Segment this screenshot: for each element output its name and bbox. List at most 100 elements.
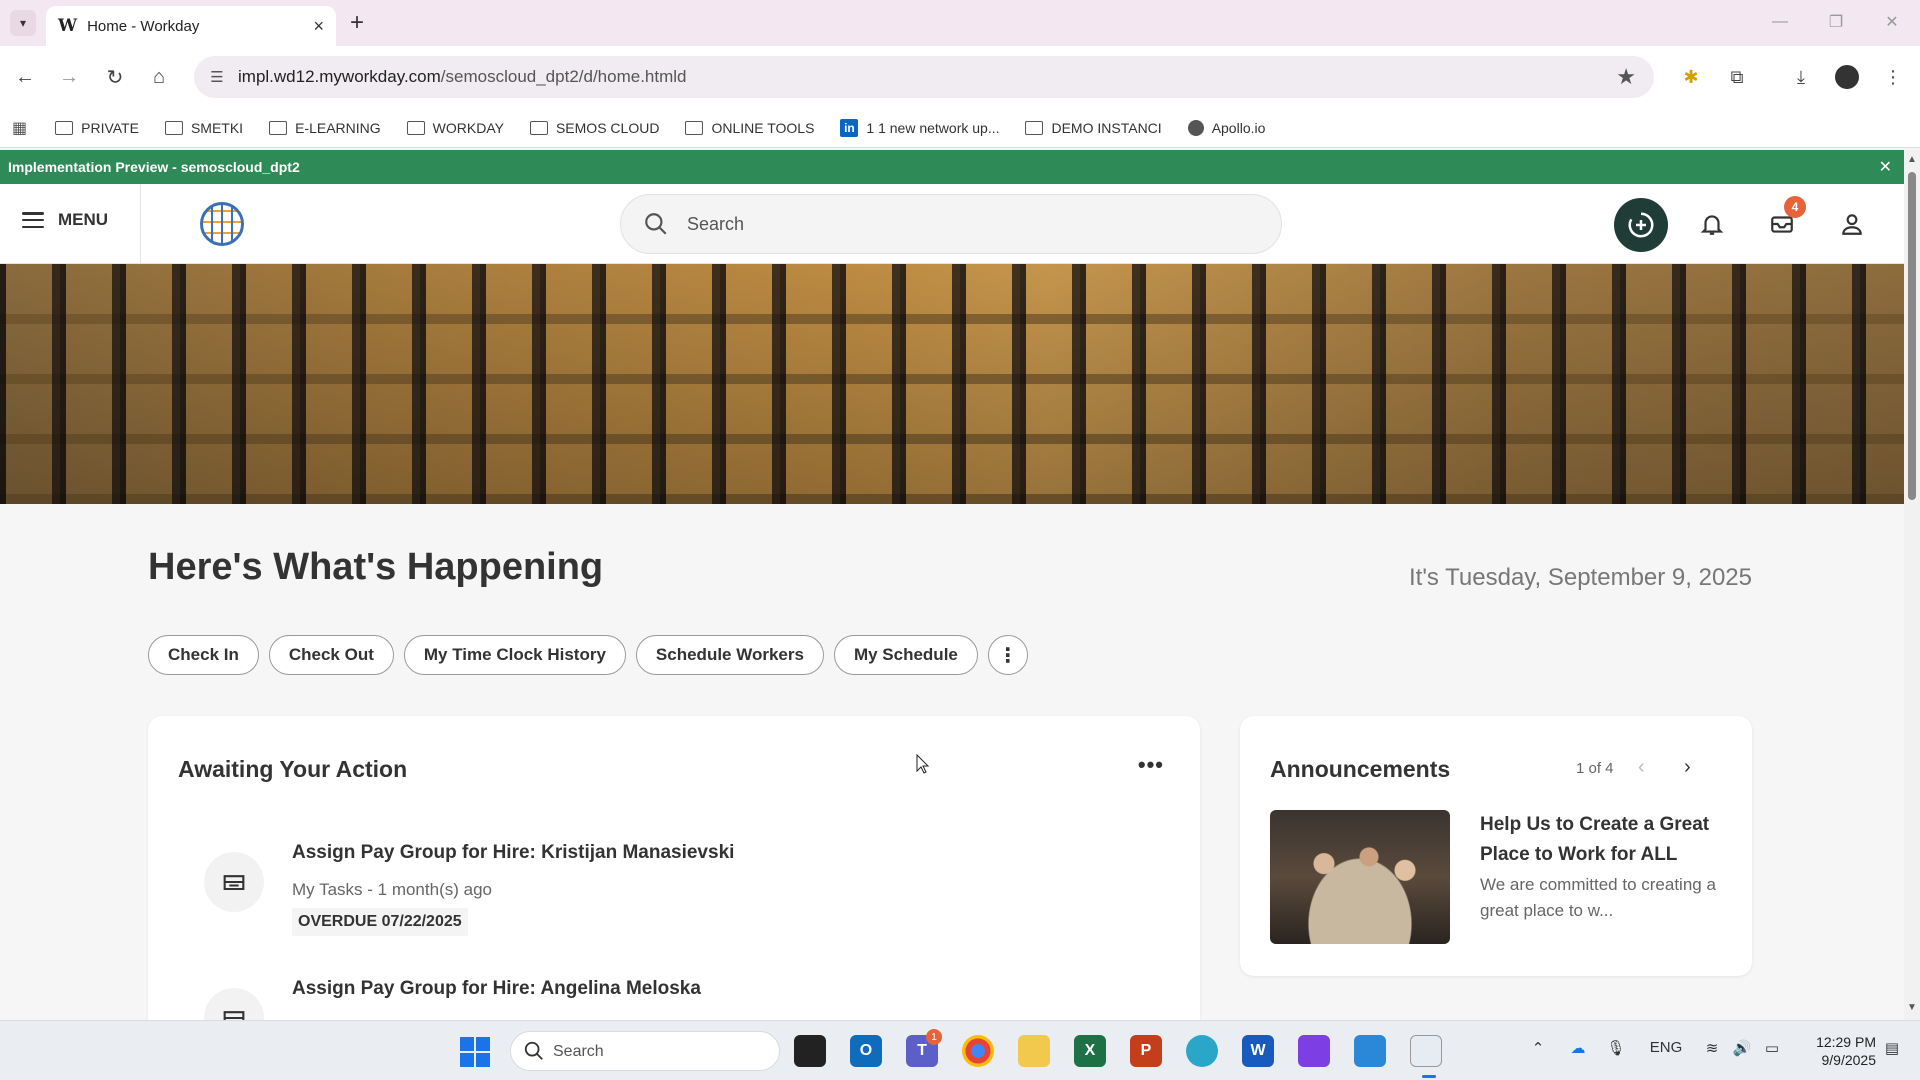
taskbar-clock[interactable]: 12:29 PM 9/9/2025 <box>1800 1033 1876 1069</box>
scroll-up-icon[interactable]: ▲ <box>1907 154 1917 165</box>
address-bar[interactable]: ☰ impl.wd12.myworkday.com/semoscloud_dpt… <box>194 56 1654 98</box>
bookmark-item[interactable]: WORKDAY <box>406 120 504 136</box>
bookmark-item[interactable]: Apollo.io <box>1187 119 1265 136</box>
bookmark-item[interactable]: in 1 1 new network up... <box>840 118 1000 137</box>
folder-icon <box>269 120 288 135</box>
global-search-input[interactable]: Search <box>620 194 1282 254</box>
next-announcement-button[interactable]: › <box>1684 756 1691 779</box>
bookmark-item[interactable]: PRIVATE <box>55 120 139 136</box>
profile-avatar-icon[interactable] <box>1832 62 1862 92</box>
extension-icon[interactable]: ✱ <box>1676 62 1706 92</box>
scroll-down-icon[interactable]: ▼ <box>1907 1002 1917 1013</box>
wifi-icon[interactable]: ≋ <box>1702 1039 1722 1057</box>
notification-center-icon[interactable]: ▤ <box>1882 1039 1902 1057</box>
extensions-puzzle-icon[interactable]: ⧉ <box>1722 62 1752 92</box>
teams-badge: 1 <box>926 1029 942 1045</box>
bookmark-label: DEMO INSTANCI <box>1051 119 1162 136</box>
excel-icon[interactable]: X <box>1074 1035 1106 1067</box>
powerpoint-icon[interactable]: P <box>1130 1035 1162 1067</box>
onedrive-icon[interactable]: ☁ <box>1566 1039 1590 1057</box>
announcement-pager: 1 of 4 <box>1576 760 1614 777</box>
task-view-icon[interactable] <box>794 1035 826 1067</box>
check-out-button[interactable]: Check Out <box>268 635 394 675</box>
folder-icon <box>406 120 425 135</box>
page-title: Here's What's Happening <box>148 546 604 588</box>
bookmark-item[interactable]: E-LEARNING <box>269 120 381 136</box>
schedule-workers-button[interactable]: Schedule Workers <box>635 635 824 675</box>
company-logo[interactable] <box>200 202 244 246</box>
menu-label: MENU <box>58 210 109 229</box>
announcement-body: We are committed to creating a great pla… <box>1480 875 1716 920</box>
apps-grid-icon[interactable]: ▦ <box>12 118 27 138</box>
menu-button[interactable]: MENU <box>22 210 108 230</box>
app-icon[interactable] <box>1354 1035 1386 1067</box>
browser-tab-bar: ▾ W Home - Workday × + — ❐ ✕ <box>0 0 1920 46</box>
chrome-icon[interactable] <box>962 1035 994 1067</box>
awaiting-action-card: Awaiting Your Action ••• Assign Pay Grou… <box>148 716 1200 1020</box>
bookmark-item[interactable]: SMETKI <box>164 119 244 136</box>
show-hidden-icons[interactable]: ⌃ <box>1530 1039 1546 1057</box>
microphone-icon[interactable]: 🎙 <box>1606 1039 1625 1057</box>
my-schedule-button[interactable]: My Schedule <box>833 635 978 675</box>
implementation-banner-text: Implementation Preview - semoscloud_dpt2 <box>8 159 300 175</box>
profile-button[interactable] <box>1836 208 1868 240</box>
more-actions-button[interactable]: ⋮ <box>987 635 1028 675</box>
previous-announcement-button[interactable]: ‹ <box>1638 756 1645 779</box>
bookmark-item[interactable]: DEMO INSTANCI <box>1025 119 1162 136</box>
inbox-tray-icon <box>204 852 264 912</box>
browser-menu-icon[interactable]: ⋮ <box>1878 62 1908 92</box>
reload-button[interactable]: ↻ <box>100 62 130 92</box>
new-tab-button[interactable]: + <box>350 10 364 36</box>
close-banner-icon[interactable]: ✕ <box>1879 157 1892 177</box>
current-date: It's Tuesday, September 9, 2025 <box>1408 564 1752 591</box>
vertical-dots-icon: ⋮ <box>997 644 1018 667</box>
download-icon[interactable]: ⤓ <box>1786 62 1816 92</box>
time-clock-history-button[interactable]: My Time Clock History <box>403 635 626 675</box>
app-header: MENU Search <box>0 184 1904 264</box>
tab-search-button[interactable]: ▾ <box>10 10 36 36</box>
assistant-button[interactable] <box>1614 198 1668 252</box>
browser-app-icon[interactable] <box>1186 1035 1218 1067</box>
check-in-button[interactable]: Check In <box>148 635 259 675</box>
site-info-icon[interactable]: ☰ <box>206 66 228 88</box>
browser-tab-active[interactable]: W Home - Workday × <box>46 6 336 46</box>
word-icon[interactable]: W <box>1242 1035 1274 1067</box>
bookmark-label: E-LEARNING <box>295 119 381 136</box>
volume-icon[interactable]: 🔊 <box>1732 1039 1752 1057</box>
workday-favicon-icon: W <box>58 16 78 36</box>
bookmark-item[interactable]: SEMOS CLOUD <box>529 120 659 136</box>
file-explorer-icon[interactable] <box>1018 1035 1050 1067</box>
back-button[interactable]: ← <box>10 62 40 92</box>
minimize-button[interactable]: — <box>1752 0 1808 44</box>
bell-icon <box>1700 215 1724 235</box>
bookmark-item[interactable]: ONLINE TOOLS <box>685 120 814 136</box>
close-window-button[interactable]: ✕ <box>1864 0 1920 44</box>
taskbar-search-input[interactable]: Search <box>510 1031 780 1071</box>
windows-start-icon[interactable] <box>460 1037 490 1067</box>
home-button[interactable]: ⌂ <box>144 62 174 92</box>
bookmark-label: SMETKI <box>190 119 244 136</box>
forward-button[interactable]: → <box>54 62 84 92</box>
card-more-icon[interactable]: ••• <box>1138 752 1164 778</box>
tab-close-icon[interactable]: × <box>313 16 324 37</box>
scrollbar-thumb[interactable] <box>1908 172 1916 500</box>
task-title[interactable]: Assign Pay Group for Hire: Angelina Melo… <box>292 978 701 1000</box>
user-icon <box>1842 214 1862 235</box>
bookmark-star-icon[interactable]: ★ <box>1616 64 1636 90</box>
outlook-icon[interactable]: O <box>850 1035 882 1067</box>
mouse-cursor-icon <box>916 754 930 774</box>
globe-icon <box>1187 119 1204 136</box>
notifications-button[interactable] <box>1696 208 1728 240</box>
snipping-tool-icon[interactable] <box>1410 1035 1442 1067</box>
hamburger-icon <box>22 212 44 228</box>
task-title[interactable]: Assign Pay Group for Hire: Kristijan Man… <box>292 842 734 864</box>
battery-icon[interactable]: ▭ <box>1762 1039 1782 1057</box>
restore-button[interactable]: ❐ <box>1808 0 1864 44</box>
announcement-image[interactable] <box>1270 810 1450 944</box>
page-scrollbar[interactable]: ▲ ▼ <box>1904 150 1920 1020</box>
language-indicator[interactable]: ENG <box>1648 1039 1684 1056</box>
url-path: /semoscloud_dpt2/d/home.htmld <box>440 67 687 86</box>
announcement-headline[interactable]: Help Us to Create a Great Place to Work … <box>1480 810 1730 870</box>
bookmark-label: 1 1 new network up... <box>866 119 1000 136</box>
onenote-icon[interactable] <box>1298 1035 1330 1067</box>
